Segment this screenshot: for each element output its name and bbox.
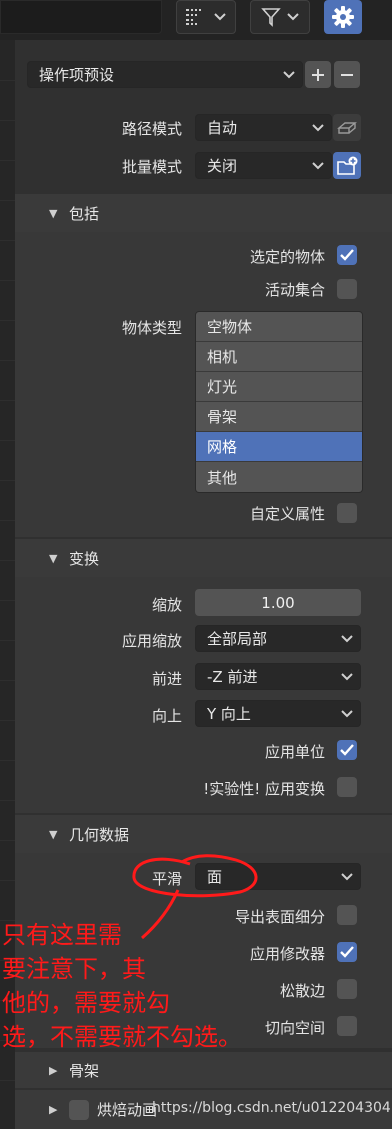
batch-own-dir-button[interactable]: [333, 152, 361, 179]
bake-anim-checkbox[interactable]: [69, 1099, 89, 1120]
expand-triangle-icon: ▶: [49, 1063, 58, 1077]
object-type-armature[interactable]: 骨架: [196, 402, 362, 432]
checkmark-icon: [340, 249, 354, 261]
chevron-down-icon: [287, 13, 299, 21]
checkmark-icon: [340, 744, 354, 756]
path-mode-label: 路径模式: [121, 120, 182, 138]
include-section-header[interactable]: ▼ 包括: [15, 194, 392, 232]
chevron-down-icon: [283, 71, 295, 79]
expand-triangle-icon: ▶: [49, 1103, 58, 1116]
chevron-down-icon: [341, 635, 353, 643]
annotation-line: 要注意下，其: [2, 955, 146, 983]
chevron-down-icon: [312, 124, 324, 132]
list-icon: [186, 9, 201, 25]
custom-props-checkbox[interactable]: [337, 503, 357, 523]
annotation-line: 选，不需要就不勾选。: [2, 1023, 242, 1051]
up-axis-dropdown[interactable]: Y 向上: [195, 700, 361, 727]
remove-preset-button[interactable]: [334, 61, 360, 88]
scale-label: 缩放: [151, 596, 182, 614]
filter-icon: [261, 8, 281, 27]
batch-mode-dropdown[interactable]: 关闭: [195, 152, 332, 179]
chevron-down-icon: [341, 673, 353, 681]
forward-dropdown[interactable]: -Z 前进: [195, 663, 361, 690]
annotation-text: 只有这里需 要注意下，其 他的，需要就勾 选，不需要就不勾选。: [2, 918, 392, 1054]
annotation-line: 只有这里需: [2, 921, 122, 949]
object-type-camera[interactable]: 相机: [196, 342, 362, 372]
batch-mode-value: 关闭: [207, 157, 238, 175]
selected-objects-checkbox[interactable]: [337, 245, 357, 265]
path-mode-dropdown[interactable]: 自动: [195, 114, 332, 141]
armature-section-header[interactable]: ▶ 骨架: [15, 1052, 392, 1088]
gear-icon: [332, 6, 354, 28]
collapse-triangle-icon: ▼: [49, 551, 58, 565]
batch-mode-label: 批量模式: [121, 158, 182, 176]
forward-label: 前进: [151, 670, 182, 688]
package-icon: [337, 121, 357, 134]
selected-objects-label: 选定的物体: [249, 248, 325, 266]
display-mode-button[interactable]: [176, 0, 236, 34]
apply-transform-checkbox[interactable]: [337, 777, 357, 797]
object-type-mesh[interactable]: 网格: [196, 432, 362, 462]
up-axis-value: Y 向上: [207, 705, 251, 723]
transform-section-title: 变换: [69, 549, 100, 568]
armature-section-title: 骨架: [69, 1061, 100, 1080]
apply-scale-label: 应用缩放: [121, 632, 182, 650]
apply-scale-dropdown[interactable]: 全部局部: [195, 625, 361, 652]
add-preset-button[interactable]: [305, 61, 331, 88]
custom-props-label: 自定义属性: [249, 505, 325, 523]
apply-transform-label: !实验性! 应用变换: [203, 780, 325, 798]
object-type-empty[interactable]: 空物体: [196, 312, 362, 342]
active-collection-label: 活动集合: [264, 281, 325, 299]
up-axis-label: 向上: [151, 707, 182, 725]
chevron-down-icon: [312, 162, 324, 170]
minus-icon: [341, 73, 353, 76]
apply-unit-checkbox[interactable]: [337, 740, 357, 760]
settings-button[interactable]: [324, 0, 362, 34]
forward-value: -Z 前进: [207, 668, 258, 686]
collapse-triangle-icon: ▼: [49, 827, 58, 841]
plus-icon: [312, 68, 324, 81]
path-mode-value: 自动: [207, 119, 238, 137]
new-folder-icon: [337, 156, 358, 175]
apply-scale-value: 全部局部: [207, 630, 268, 648]
active-collection-checkbox[interactable]: [337, 279, 357, 299]
watermark: https://blog.csdn.net/u012204304: [152, 1100, 391, 1116]
filter-button[interactable]: [250, 0, 310, 34]
scale-field[interactable]: 1.00: [195, 589, 361, 616]
operator-presets-dropdown[interactable]: 操作项预设: [27, 61, 303, 88]
top-search-field[interactable]: [0, 0, 162, 34]
include-section-title: 包括: [69, 204, 100, 223]
chevron-down-icon: [214, 13, 226, 21]
chevron-down-icon: [341, 710, 353, 718]
object-type-lamp[interactable]: 灯光: [196, 372, 362, 402]
annotation-line: 他的，需要就勾: [2, 989, 170, 1017]
object-types-label: 物体类型: [121, 319, 182, 337]
apply-unit-label: 应用单位: [264, 743, 325, 761]
embed-textures-button[interactable]: [333, 114, 361, 141]
transform-section-header[interactable]: ▼ 变换: [15, 539, 392, 577]
object-types-list: 空物体 相机 灯光 骨架 网格 其他: [195, 311, 363, 493]
collapse-triangle-icon: ▼: [49, 206, 58, 220]
bake-anim-section-title: 烘焙动画: [97, 1101, 158, 1119]
operator-presets-label: 操作项预设: [39, 66, 115, 84]
object-type-other[interactable]: 其他: [196, 462, 362, 492]
